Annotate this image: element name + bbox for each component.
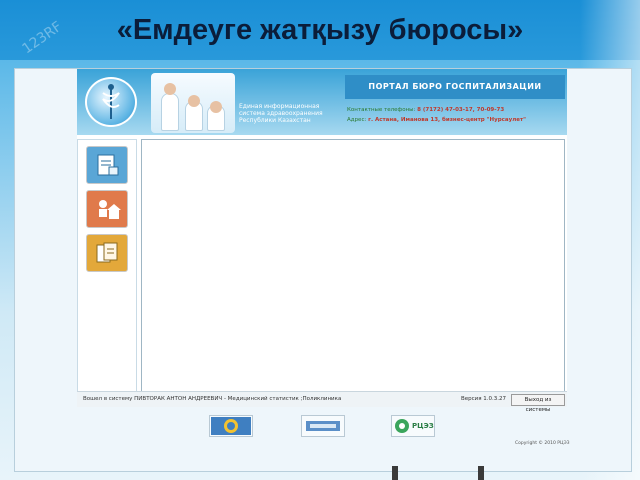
- partner-egov[interactable]: [301, 415, 345, 437]
- stand-leg: [478, 466, 484, 480]
- doctor-head: [188, 95, 200, 107]
- doctor-head: [164, 83, 176, 95]
- ministry-logo-icon: [211, 417, 251, 435]
- phone-value: 8 (7172) 47-03-17, 70-09-73: [417, 107, 505, 113]
- doctors-photo: [151, 73, 235, 133]
- slide-title: «Емдеуге жатқызу бюросы»: [116, 14, 524, 46]
- partner-ministry[interactable]: [209, 415, 253, 437]
- health-system-logo: [85, 77, 137, 127]
- doctor-head: [210, 101, 222, 113]
- screenshot-panel: Единая информационная система здравоохра…: [14, 68, 632, 472]
- contact-address: Адрес: г. Астана, Иманова 13, бизнес-цен…: [347, 117, 526, 123]
- sidebar-item-documents[interactable]: [86, 234, 128, 272]
- sidebar-item-hospital-referral[interactable]: [86, 190, 128, 228]
- status-bar: Вошел в систему ПИВТОРАК АНТОН АНДРЕЕВИЧ…: [77, 391, 567, 413]
- contact-phones: Контактные телефоны: 8 (7172) 47-03-17, …: [347, 107, 504, 113]
- partner-logos: РЦЭЗ: [209, 415, 449, 437]
- partner-rcez[interactable]: РЦЭЗ: [391, 415, 435, 437]
- stand-leg: [392, 466, 398, 480]
- sidebar-item-patient-card[interactable]: [86, 146, 128, 184]
- egov-logo-icon: [306, 421, 340, 431]
- version-label: Версия 1.0.3.27: [461, 396, 507, 402]
- documents-icon: [96, 242, 118, 263]
- doctor-figure: [161, 93, 179, 131]
- logged-in-user: Вошел в систему ПИВТОРАК АНТОН АНДРЕЕВИЧ…: [83, 396, 342, 402]
- hospital-referral-icon: [99, 200, 121, 219]
- portal-header: Единая информационная система здравоохра…: [77, 69, 567, 135]
- portal-app-window: Единая информационная система здравоохра…: [77, 69, 567, 413]
- caduceus-icon: [102, 84, 120, 119]
- address-label: Адрес:: [347, 117, 367, 123]
- copyright: Copyright © 2010 РЦЭЗ: [515, 441, 570, 446]
- system-description: Единая информационная система здравоохра…: [239, 103, 323, 124]
- main-content-area: [141, 139, 565, 393]
- rcez-logo-label: РЦЭЗ: [412, 422, 434, 430]
- patient-card-icon: [97, 154, 119, 176]
- portal-title: ПОРТАЛ БЮРО ГОСПИТАЛИЗАЦИИ: [345, 75, 565, 99]
- logout-button[interactable]: Выход из системы: [511, 394, 565, 413]
- phone-label: Контактные телефоны:: [347, 107, 416, 113]
- address-value: г. Астана, Иманова 13, бизнес-центр "Нур…: [368, 117, 527, 123]
- sidebar: [77, 139, 137, 393]
